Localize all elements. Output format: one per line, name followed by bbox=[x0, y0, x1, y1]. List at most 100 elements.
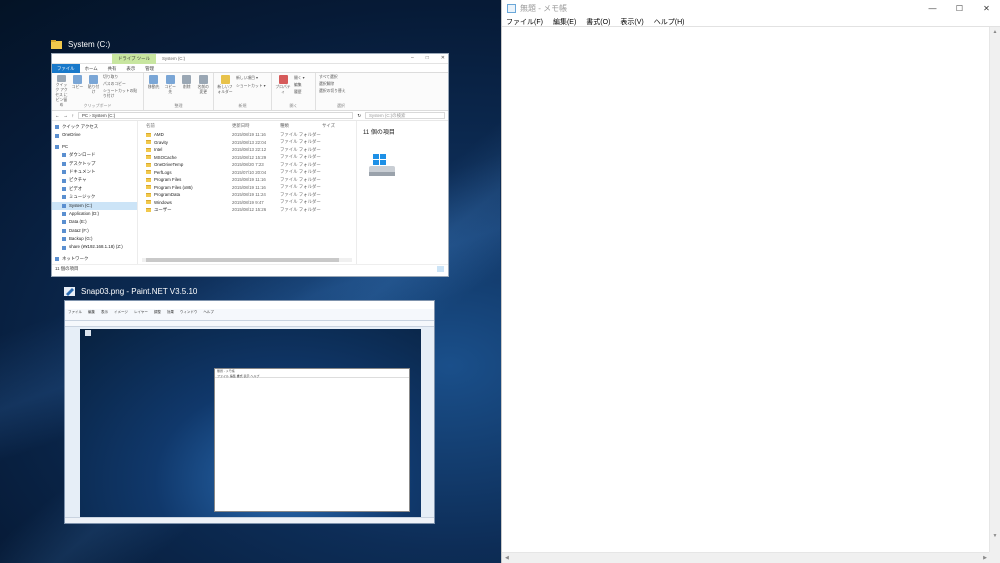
details-view-icon[interactable] bbox=[437, 266, 444, 272]
shortcut-button[interactable]: ショートカット ▾ bbox=[236, 83, 266, 89]
nav-item[interactable]: デスクトップ bbox=[52, 160, 137, 168]
paintnet-window-thumbnail[interactable]: ファイル 編集 表示 イメージ レイヤー 調整 効果 ウィンドウ ヘルプ 無題 - メモ帳 ファ… bbox=[64, 300, 435, 524]
column-name[interactable]: 名前 bbox=[146, 123, 232, 129]
invert-selection-button[interactable]: 選択の切り替え bbox=[319, 89, 346, 94]
close-button[interactable]: ✕ bbox=[973, 0, 1000, 17]
refresh-icon[interactable]: ↻ bbox=[357, 113, 361, 119]
paste-shortcut-button[interactable]: ショートカットの貼り付け bbox=[103, 89, 140, 99]
properties-icon bbox=[278, 75, 288, 84]
nav-item[interactable]: PC bbox=[52, 143, 137, 151]
paintnet-menu-item[interactable]: イメージ bbox=[114, 310, 128, 315]
file-name: PerfLogs bbox=[146, 170, 232, 175]
nav-item-icon bbox=[62, 153, 66, 158]
scroll-right-icon[interactable]: ▶ bbox=[983, 555, 987, 561]
select-none-button[interactable]: 選択解除 bbox=[319, 82, 346, 87]
nav-item[interactable]: ピクチャ bbox=[52, 176, 137, 184]
nav-item[interactable]: ネットワーク bbox=[52, 255, 137, 263]
nav-item[interactable]: ビデオ bbox=[52, 185, 137, 193]
maximize-icon[interactable]: □ bbox=[426, 55, 429, 61]
table-row[interactable]: PerfLogs 2015/07/10 20:04 ファイル フォルダー bbox=[138, 169, 356, 177]
menu-file[interactable]: ファイル(F) bbox=[505, 17, 544, 27]
select-group: すべて選択 選択解除 選択の切り替え 選択 bbox=[316, 73, 366, 110]
search-input[interactable]: System (C:)の検索 bbox=[365, 112, 445, 119]
table-row[interactable]: AMD 2015/08/19 11:16 ファイル フォルダー bbox=[138, 131, 356, 139]
menu-view[interactable]: 表示(V) bbox=[619, 17, 644, 27]
nav-item[interactable]: Backup (G:) bbox=[52, 235, 137, 243]
horizontal-scrollbar[interactable] bbox=[142, 258, 352, 262]
paintnet-menu-item[interactable]: 調整 bbox=[154, 310, 161, 315]
paintnet-menu-item[interactable]: 表示 bbox=[101, 310, 108, 315]
tab-file[interactable]: ファイル bbox=[52, 63, 80, 73]
column-size[interactable]: サイズ bbox=[322, 123, 352, 129]
minimize-button[interactable]: — bbox=[919, 0, 946, 17]
nav-item[interactable]: System (C:) bbox=[52, 201, 137, 210]
new-item-button[interactable]: 新しい項目 ▾ bbox=[236, 75, 266, 81]
open-button[interactable]: 開く ▾ bbox=[294, 75, 305, 81]
cut-button[interactable]: 切り取り bbox=[103, 75, 140, 80]
table-row[interactable]: MSOCache 2015/08/12 15:29 ファイル フォルダー bbox=[138, 154, 356, 162]
nav-item[interactable]: OneDrive bbox=[52, 131, 137, 139]
nav-item[interactable]: Data (E:) bbox=[52, 218, 137, 226]
column-date[interactable]: 更新日時 bbox=[232, 123, 280, 129]
select-group-label: 選択 bbox=[337, 103, 345, 108]
paintnet-menu-item[interactable]: 効果 bbox=[167, 310, 174, 315]
scroll-down-icon[interactable]: ▼ bbox=[990, 531, 1000, 541]
back-arrow-icon[interactable]: ← bbox=[55, 113, 59, 118]
notepad-window[interactable]: 無題 - メモ帳 — ☐ ✕ ファイル(F) 編集(E) 書式(O) 表示(V)… bbox=[501, 0, 1000, 563]
taskview-paint-label[interactable]: Snap03.png - Paint.NET V3.5.10 bbox=[64, 287, 197, 296]
taskview-explorer-title: System (C:) bbox=[68, 40, 111, 49]
table-row[interactable]: Intel 2015/08/13 22:12 ファイル フォルダー bbox=[138, 146, 356, 154]
table-row[interactable]: Gravity 2015/08/13 22:04 ファイル フォルダー bbox=[138, 139, 356, 147]
file-type: ファイル フォルダー bbox=[280, 199, 321, 205]
paintnet-menu-item[interactable]: ウィンドウ bbox=[180, 310, 198, 315]
drive-tools-tab[interactable]: ドライブ ツール bbox=[112, 54, 156, 64]
file-name: ユーザー bbox=[146, 207, 232, 213]
column-type[interactable]: 種類 bbox=[280, 123, 322, 129]
paintnet-menu-item[interactable]: ヘルプ bbox=[203, 310, 214, 315]
history-button[interactable]: 履歴 bbox=[294, 90, 305, 95]
nav-item[interactable]: Data2 (F:) bbox=[52, 227, 137, 235]
nav-item[interactable]: share (¥¥192.168.1.18) (Z:) bbox=[52, 243, 137, 251]
taskview-explorer-label[interactable]: System (C:) bbox=[51, 40, 110, 49]
paintnet-menu-item[interactable]: ファイル bbox=[68, 310, 82, 315]
menu-format[interactable]: 書式(O) bbox=[585, 17, 611, 27]
tab-share[interactable]: 共有 bbox=[103, 64, 122, 73]
close-icon[interactable]: ✕ bbox=[441, 55, 445, 61]
address-bar[interactable]: PC › System (C:) bbox=[77, 112, 354, 119]
details-pane: 11 個の項目 bbox=[356, 121, 448, 264]
forward-arrow-icon[interactable]: → bbox=[63, 113, 67, 118]
paintnet-menu-item[interactable]: レイヤー bbox=[134, 310, 148, 315]
table-row[interactable]: ProgramData 2015/08/19 11:24 ファイル フォルダー bbox=[138, 191, 356, 199]
table-row[interactable]: OneDriveTemp 2015/08/20 7:23 ファイル フォルダー bbox=[138, 161, 356, 169]
table-row[interactable]: ユーザー 2015/08/12 15:26 ファイル フォルダー bbox=[138, 206, 356, 214]
explorer-window-thumbnail[interactable]: ドライブ ツール System (C:) – □ ✕ ファイル ホーム 共有 表… bbox=[51, 53, 449, 277]
up-arrow-icon[interactable]: ↑ bbox=[72, 113, 74, 118]
tab-manage[interactable]: 管理 bbox=[140, 64, 159, 73]
scroll-left-icon[interactable]: ◀ bbox=[505, 555, 509, 561]
menu-edit[interactable]: 編集(E) bbox=[552, 17, 577, 27]
scrollbar-thumb[interactable] bbox=[146, 258, 340, 262]
tab-home[interactable]: ホーム bbox=[80, 64, 103, 73]
notepad-text-area[interactable] bbox=[502, 27, 989, 552]
maximize-button[interactable]: ☐ bbox=[946, 0, 973, 17]
paintnet-menu-item[interactable]: 編集 bbox=[88, 310, 95, 315]
horizontal-scrollbar[interactable]: ◀ ▶ bbox=[502, 552, 990, 563]
copy-path-button[interactable]: パスのコピー bbox=[103, 82, 140, 87]
scroll-up-icon[interactable]: ▲ bbox=[990, 27, 1000, 37]
paintnet-canvas[interactable]: 無題 - メモ帳 ファイル 編集 書式 表示 ヘルプ bbox=[80, 329, 421, 518]
table-row[interactable]: Program Files 2015/08/19 11:16 ファイル フォルダー bbox=[138, 176, 356, 184]
nav-item[interactable]: Application (D:) bbox=[52, 210, 137, 218]
nav-item[interactable]: ドキュメント bbox=[52, 168, 137, 176]
table-row[interactable]: Program Files (x86) 2015/08/19 11:16 ファイル … bbox=[138, 184, 356, 192]
edit-button[interactable]: 編集 bbox=[294, 83, 305, 88]
nav-item[interactable]: クイック アクセス bbox=[52, 123, 137, 131]
menu-help[interactable]: ヘルプ(H) bbox=[653, 17, 686, 27]
select-all-button[interactable]: すべて選択 bbox=[319, 75, 346, 80]
tab-view[interactable]: 表示 bbox=[121, 64, 140, 73]
nav-item[interactable]: ダウンロード bbox=[52, 151, 137, 159]
rename-icon bbox=[198, 75, 208, 84]
vertical-scrollbar[interactable]: ▲ ▼ bbox=[989, 27, 1000, 552]
minimize-icon[interactable]: – bbox=[411, 55, 414, 61]
nav-item[interactable]: ミュージック bbox=[52, 193, 137, 201]
table-row[interactable]: Windows 2015/08/19 9:47 ファイル フォルダー bbox=[138, 199, 356, 207]
